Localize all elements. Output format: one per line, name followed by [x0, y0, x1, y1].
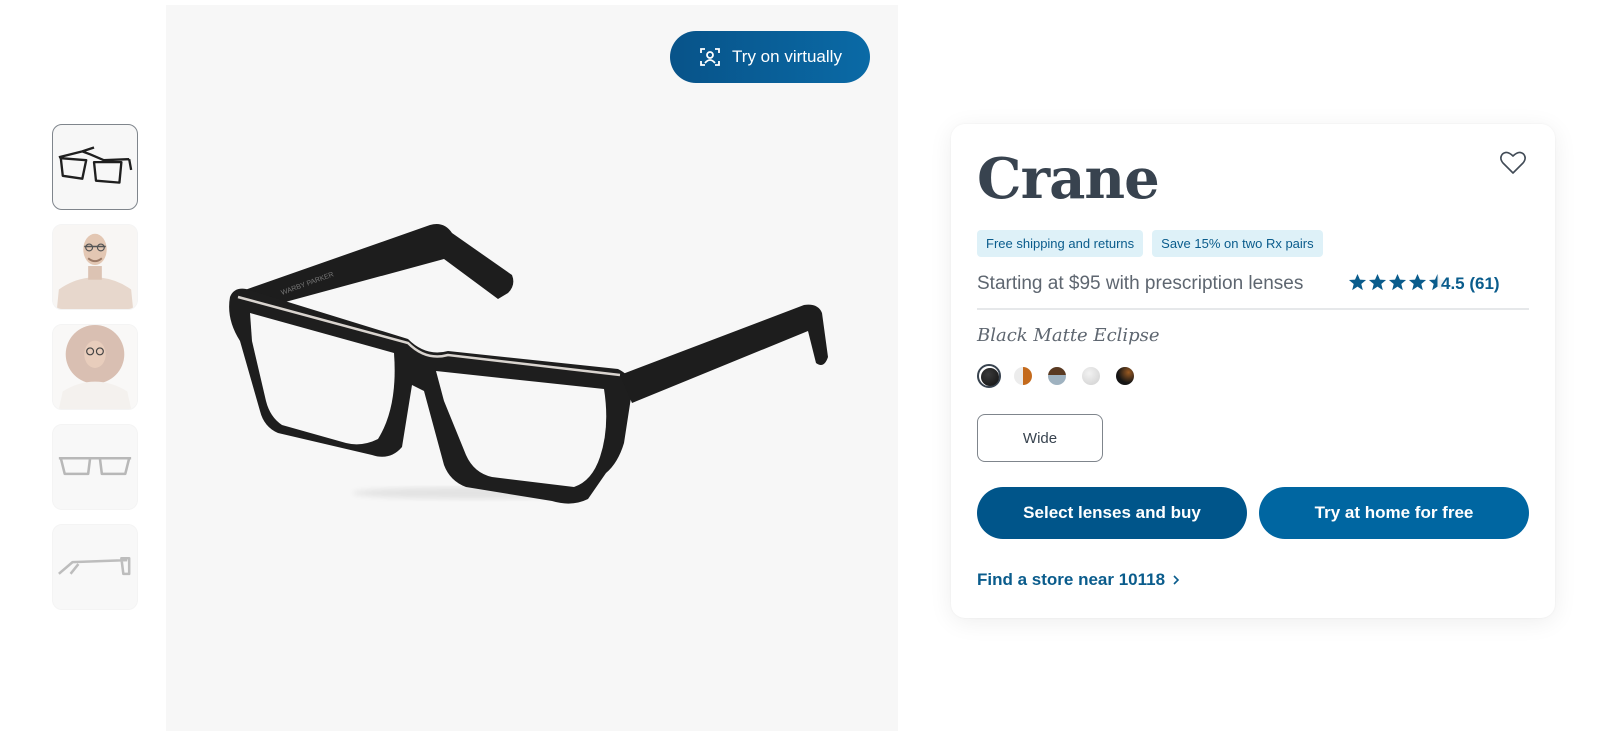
rating-count[interactable]: 4.5 (61): [1441, 274, 1500, 294]
glasses-side-icon: [58, 556, 131, 576]
swatch-black-tortoise[interactable]: [1113, 364, 1137, 388]
thumbnail-model-man[interactable]: [52, 224, 138, 310]
try-at-home-button[interactable]: Try at home for free: [1259, 487, 1529, 539]
swatch-crystal-tortoise[interactable]: [1011, 364, 1035, 388]
selected-color-name: Black Matte Eclipse: [977, 325, 1160, 346]
thumbnail-front-view[interactable]: [52, 424, 138, 510]
product-image-area: Try on virtually WARBY PARKER: [166, 5, 898, 731]
price-and-rating: Starting at $95 with prescription lenses…: [977, 270, 1529, 300]
try-on-virtually-label: Try on virtually: [732, 47, 842, 66]
find-store-link[interactable]: Find a store near 10118: [977, 570, 1181, 590]
badge-rx-discount: Save 15% on two Rx pairs: [1152, 230, 1323, 257]
swatch-tortoise-fade[interactable]: [1045, 364, 1069, 388]
model-woman-image: [53, 325, 137, 409]
star-full-icon: [1348, 273, 1367, 291]
glasses-angled-icon: [58, 146, 133, 184]
width-option-wide[interactable]: Wide: [977, 414, 1103, 462]
price-text: Starting at $95 with prescription lenses: [977, 273, 1304, 294]
thumbnail-list: [52, 124, 138, 624]
face-scan-icon: [700, 48, 720, 66]
chevron-right-icon: [1173, 575, 1180, 585]
product-title: Crane: [977, 146, 1160, 212]
thumbnail-model-woman[interactable]: [52, 324, 138, 410]
select-lenses-buy-button[interactable]: Select lenses and buy: [977, 487, 1247, 539]
promo-badges: Free shipping and returns Save 15% on tw…: [977, 230, 1323, 257]
star-rating[interactable]: [1348, 273, 1447, 292]
glasses-front-icon: [58, 456, 132, 476]
find-store-label: Find a store near 10118: [977, 570, 1166, 589]
swatch-crystal[interactable]: [1079, 364, 1103, 388]
model-man-image: [53, 225, 137, 309]
color-swatches: [977, 364, 1137, 388]
star-full-icon: [1408, 273, 1427, 291]
try-on-virtually-button[interactable]: Try on virtually: [670, 31, 870, 83]
star-full-icon: [1388, 273, 1407, 291]
glasses-product-image: WARBY PARKER: [229, 224, 828, 504]
swatch-black-matte-eclipse[interactable]: [977, 364, 1001, 388]
thumbnail-side-view[interactable]: [52, 524, 138, 610]
heart-favorite-icon[interactable]: [1499, 150, 1527, 176]
badge-free-shipping: Free shipping and returns: [977, 230, 1144, 257]
star-full-icon: [1368, 273, 1387, 291]
product-details-card: Crane Free shipping and returns Save 15%…: [951, 124, 1555, 618]
divider: [977, 308, 1529, 310]
thumbnail-angled-view[interactable]: [52, 124, 138, 210]
